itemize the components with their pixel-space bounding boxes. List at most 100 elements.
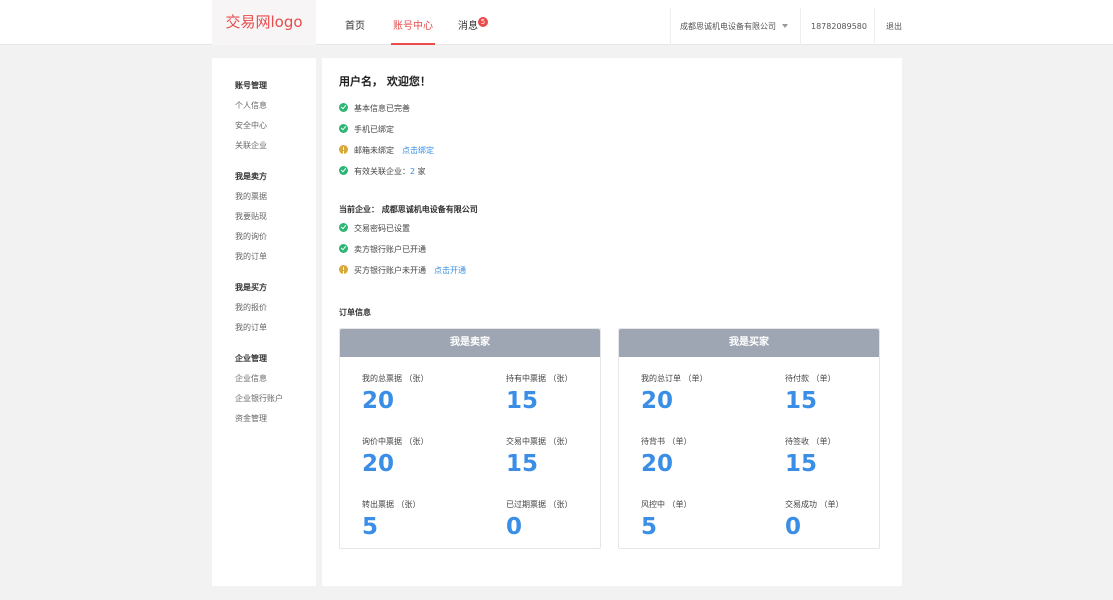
stat-item[interactable]: 风控中 （单） 5 — [641, 499, 751, 541]
check-circle-icon — [339, 103, 348, 112]
user-phone: 18782089580 — [811, 22, 867, 31]
sidebar-group-title: 我是卖方 — [235, 172, 267, 181]
header-divider — [874, 8, 875, 45]
nav-messages[interactable]: 消息 — [458, 0, 478, 45]
stat-label: 交易中票据 （张） — [506, 437, 573, 446]
sidebar-item-my-inquiries[interactable]: 我的询价 — [235, 227, 267, 247]
sidebar: 账号管理 个人信息 安全中心 关联企业 我是卖方 我的票据 我要贴现 我的询价 … — [212, 58, 316, 586]
sidebar-item-funds[interactable]: 资金管理 — [235, 409, 283, 429]
check-circle-icon — [339, 124, 348, 133]
stat-label: 交易成功 （单） — [785, 500, 844, 509]
sidebar-item-enterprise-info[interactable]: 企业信息 — [235, 369, 283, 389]
sidebar-item-discount[interactable]: 我要贴现 — [235, 207, 267, 227]
stat-item[interactable]: 交易中票据 （张） 15 — [506, 436, 616, 478]
stat-label: 我的总票据 （张） — [362, 374, 429, 383]
welcome-heading: 用户名， 欢迎您！ — [339, 75, 431, 88]
sidebar-group-seller: 我是卖方 我的票据 我要贴现 我的询价 我的订单 — [235, 167, 267, 267]
sidebar-item-personal-info[interactable]: 个人信息 — [235, 96, 267, 116]
stat-label: 询价中票据 （张） — [362, 437, 429, 446]
stat-value: 0 — [785, 514, 802, 540]
stat-item[interactable]: 我的总订单 （单） 20 — [641, 373, 751, 415]
orders-section-title: 订单信息 — [339, 308, 371, 317]
status-seller-account: 卖方银行账户已开通 — [339, 243, 426, 257]
stat-value: 15 — [506, 451, 539, 477]
status-basic-info: 基本信息已完善 — [339, 102, 410, 116]
logout-button[interactable]: 退出 — [886, 0, 902, 45]
sidebar-item-seller-orders[interactable]: 我的订单 — [235, 247, 267, 267]
stat-value: 15 — [785, 451, 818, 477]
status-text: 买方银行账户未开通 — [354, 266, 426, 275]
sidebar-item-bank-accounts[interactable]: 企业银行账户 — [235, 389, 283, 409]
site-logo[interactable]: 交易网logo — [212, 0, 316, 45]
stat-item[interactable]: 持有中票据 （张） 15 — [506, 373, 616, 415]
sidebar-item-linked-company[interactable]: 关联企业 — [235, 136, 267, 156]
header-divider — [670, 8, 671, 45]
stat-label: 风控中 （单） — [641, 500, 692, 509]
sidebar-group-title: 我是买方 — [235, 283, 267, 292]
sidebar-group-enterprise: 企业管理 企业信息 企业银行账户 资金管理 — [235, 349, 283, 429]
status-companies: 有效关联企业：2 家 — [339, 165, 426, 179]
chevron-down-icon — [782, 24, 788, 28]
sidebar-group-account: 账号管理 个人信息 安全中心 关联企业 — [235, 76, 267, 156]
stat-value: 0 — [506, 514, 523, 540]
warning-circle-icon — [339, 265, 348, 274]
card-title: 我是卖家 — [340, 329, 600, 357]
status-text: 交易密码已设置 — [354, 224, 410, 233]
stat-value: 20 — [641, 451, 674, 477]
status-text-suffix: 家 — [415, 167, 426, 176]
status-text: 卖方银行账户已开通 — [354, 245, 426, 254]
stat-label: 待签收 （单） — [785, 437, 836, 446]
sidebar-item-security[interactable]: 安全中心 — [235, 116, 267, 136]
sidebar-group-title: 账号管理 — [235, 81, 267, 90]
company-selector-label: 成都思诚机电设备有限公司 — [680, 22, 776, 31]
stat-value: 20 — [641, 388, 674, 414]
status-buyer-account: 买方银行账户未开通 点击开通 — [339, 264, 466, 278]
status-text: 基本信息已完善 — [354, 104, 410, 113]
stat-value: 5 — [362, 514, 379, 540]
sidebar-group-title: 企业管理 — [235, 354, 267, 363]
warning-circle-icon — [339, 145, 348, 154]
stat-item[interactable]: 交易成功 （单） 0 — [785, 499, 895, 541]
message-count-badge: 5 — [478, 17, 488, 27]
stat-item[interactable]: 待背书 （单） 20 — [641, 436, 751, 478]
stat-item[interactable]: 转出票据 （张） 5 — [362, 499, 472, 541]
stat-label: 已过期票据 （张） — [506, 500, 573, 509]
nav-account-center[interactable]: 账号中心 — [391, 0, 435, 45]
status-phone: 手机已绑定 — [339, 123, 394, 137]
company-selector[interactable]: 成都思诚机电设备有限公司 — [680, 0, 788, 45]
status-trade-password: 交易密码已设置 — [339, 222, 410, 236]
main-content: 用户名， 欢迎您！ 基本信息已完善 手机已绑定 邮箱未绑定 点击绑定 有效关联企业… — [322, 58, 902, 586]
nav-home[interactable]: 首页 — [345, 0, 365, 45]
stat-item[interactable]: 询价中票据 （张） 20 — [362, 436, 472, 478]
check-circle-icon — [339, 223, 348, 232]
stat-item[interactable]: 待付款 （单） 15 — [785, 373, 895, 415]
stat-value: 15 — [785, 388, 818, 414]
check-circle-icon — [339, 166, 348, 175]
stat-label: 我的总订单 （单） — [641, 374, 708, 383]
stat-label: 持有中票据 （张） — [506, 374, 573, 383]
check-circle-icon — [339, 244, 348, 253]
header-divider — [800, 8, 801, 45]
stat-label: 待背书 （单） — [641, 437, 692, 446]
stat-item[interactable]: 待签收 （单） 15 — [785, 436, 895, 478]
stat-item[interactable]: 我的总票据 （张） 20 — [362, 373, 472, 415]
stat-value: 20 — [362, 388, 395, 414]
stat-value: 20 — [362, 451, 395, 477]
top-header: 交易网logo 首页 账号中心 消息 5 成都思诚机电设备有限公司 187820… — [0, 0, 1113, 45]
card-title: 我是买家 — [619, 329, 879, 357]
sidebar-item-buyer-orders[interactable]: 我的订单 — [235, 318, 267, 338]
status-text: 邮箱未绑定 — [354, 146, 394, 155]
stat-value: 5 — [641, 514, 658, 540]
status-text: 有效关联企业： — [354, 167, 410, 176]
open-account-link[interactable]: 点击开通 — [434, 266, 466, 275]
bind-email-link[interactable]: 点击绑定 — [402, 146, 434, 155]
sidebar-item-my-quotes[interactable]: 我的报价 — [235, 298, 267, 318]
stat-label: 转出票据 （张） — [362, 500, 421, 509]
stat-value: 15 — [506, 388, 539, 414]
stat-item[interactable]: 已过期票据 （张） 0 — [506, 499, 616, 541]
seller-stats-card: 我是卖家 我的总票据 （张） 20 持有中票据 （张） 15 询价中票据 （张）… — [339, 328, 601, 549]
sidebar-group-buyer: 我是买方 我的报价 我的订单 — [235, 278, 267, 338]
status-text: 手机已绑定 — [354, 125, 394, 134]
status-email: 邮箱未绑定 点击绑定 — [339, 144, 434, 158]
sidebar-item-my-bills[interactable]: 我的票据 — [235, 187, 267, 207]
